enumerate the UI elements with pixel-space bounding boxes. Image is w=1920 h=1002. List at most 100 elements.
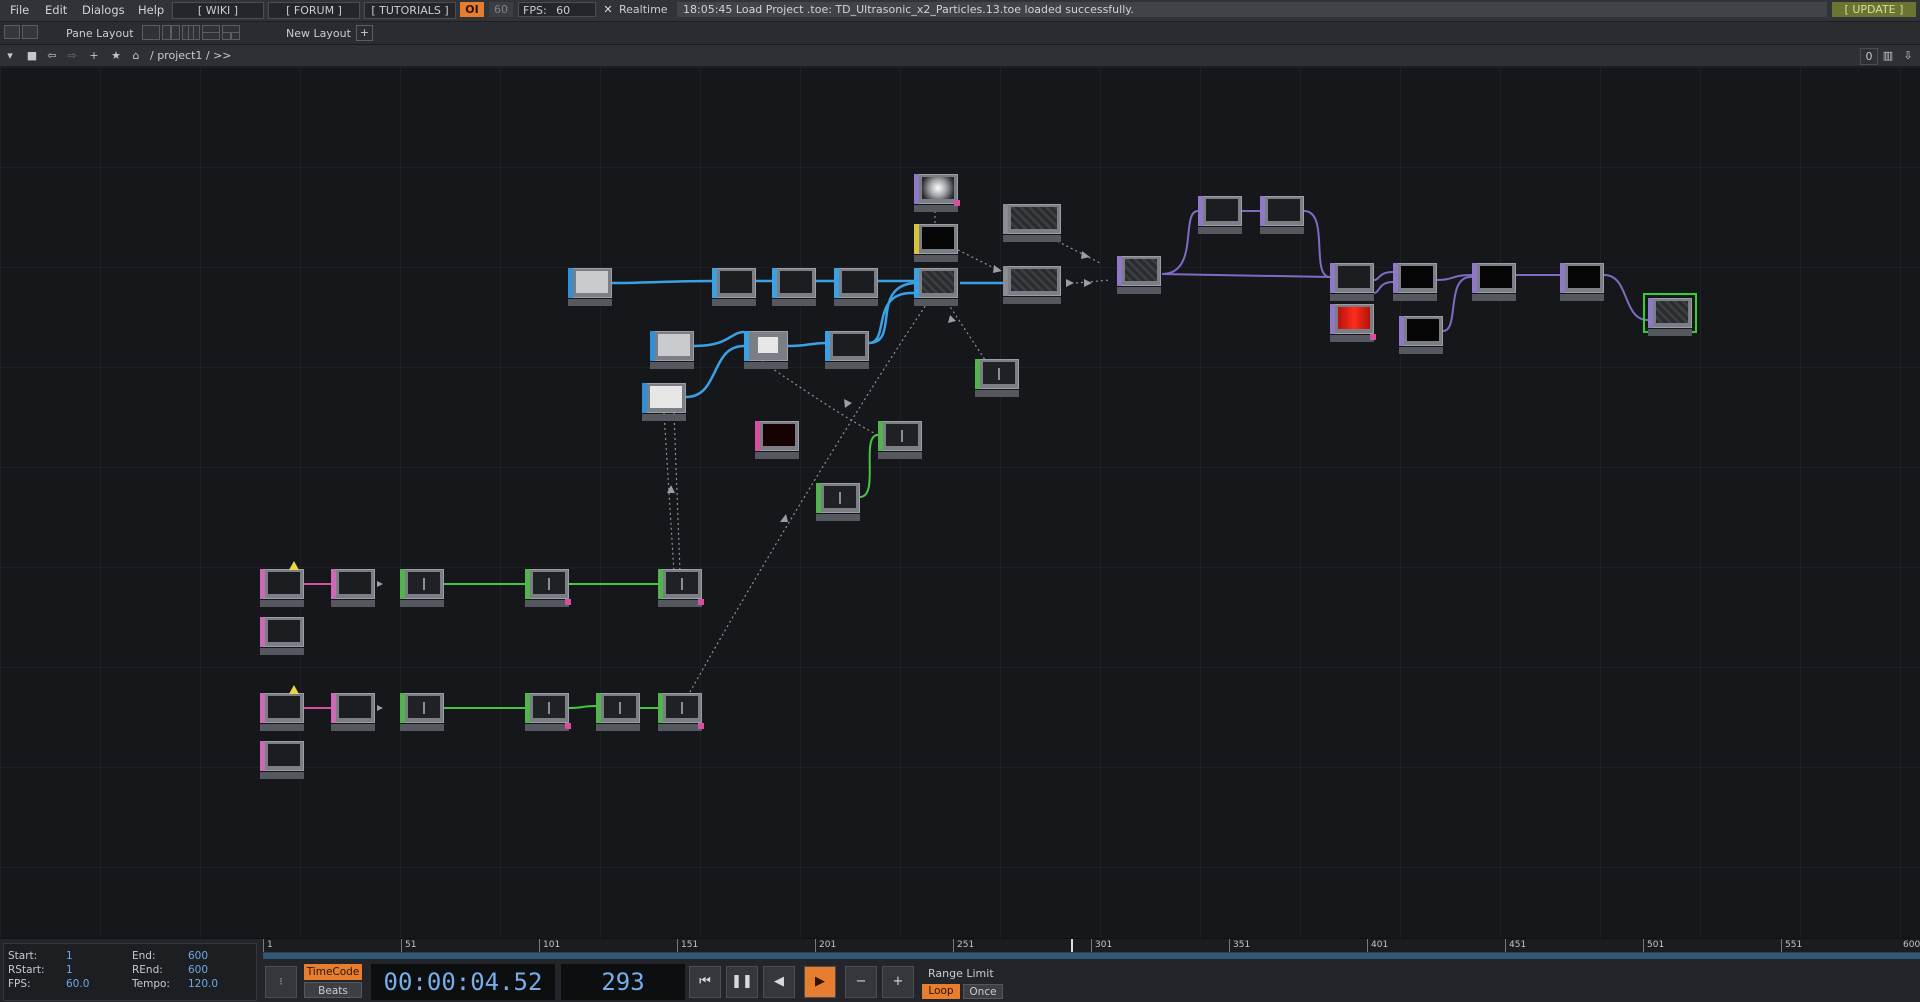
pane-split-icon[interactable] [22, 25, 38, 39]
rstart-value[interactable]: 1 [66, 964, 73, 976]
start-label: Start: [8, 950, 38, 962]
dat-node-performance[interactable] [755, 421, 799, 459]
node-family-stripe [1472, 263, 1477, 293]
top-node-transform[interactable] [825, 331, 869, 369]
comp-node-b[interactable] [1260, 196, 1304, 234]
network-path[interactable]: / project1 / >> [150, 49, 232, 62]
comp-node-ramp[interactable] [1330, 304, 1376, 342]
pane-menu-icon[interactable]: ▾ [2, 48, 18, 63]
add-layout-button[interactable]: + [356, 25, 373, 41]
layout-split-vertical[interactable] [162, 25, 180, 40]
top-node-particles[interactable] [914, 268, 958, 306]
layout-grid[interactable] [222, 25, 240, 40]
node-family-stripe [331, 693, 336, 723]
menu-dialogs[interactable]: Dialogs [82, 3, 125, 17]
chop-node-audio-analysis[interactable] [816, 483, 860, 521]
playhead[interactable] [1071, 939, 1073, 952]
pause-button[interactable]: ❚❚ [726, 966, 758, 998]
tutorials-link[interactable]: [ TUTORIALS ] [364, 2, 456, 19]
wire-comp [1161, 210, 1199, 275]
pane-image-icon[interactable] [4, 25, 20, 39]
update-button[interactable]: [ UPDATE ] [1832, 2, 1916, 17]
step-forward-button[interactable]: + [882, 966, 914, 998]
rewind-to-start-button[interactable]: ⏮ [689, 966, 721, 998]
tempo-value[interactable]: 120.0 [188, 978, 218, 990]
layout-single[interactable] [142, 25, 160, 40]
forum-link[interactable]: [ FORUM ] [268, 2, 360, 19]
wire-comp [1373, 281, 1394, 294]
rend-value[interactable]: 600 [188, 964, 208, 976]
menu-file[interactable]: File [10, 3, 29, 17]
loop-toggle[interactable]: Loop [922, 984, 960, 999]
back-icon[interactable]: ⇦ [44, 48, 60, 63]
top-node-blur[interactable] [834, 268, 878, 306]
pane-type-icon[interactable]: ■ [24, 48, 40, 63]
once-toggle[interactable]: Once [963, 984, 1003, 999]
start-value[interactable]: 1 [66, 950, 73, 962]
dat-node-select-1[interactable] [331, 569, 375, 607]
top-node-level[interactable] [772, 268, 816, 306]
geo-node-cam[interactable] [1003, 204, 1061, 242]
sop-node-box[interactable] [642, 383, 686, 421]
forward-icon[interactable]: ⇨ [64, 48, 80, 63]
chop-node-math-2[interactable] [525, 693, 571, 731]
comp-node-a[interactable] [1198, 196, 1242, 234]
chop-node-null-1[interactable] [658, 569, 704, 607]
bookmark-star-icon[interactable]: ★ [108, 48, 124, 63]
timeline-range-bar[interactable] [263, 953, 1920, 959]
dat-node-serial-1[interactable] [260, 561, 304, 607]
comp-node-over[interactable] [1472, 263, 1516, 301]
step-back-button[interactable]: − [845, 966, 877, 998]
beats-toggle[interactable]: Beats [304, 982, 362, 998]
chop-node-filter-2[interactable] [596, 693, 640, 731]
dat-node-serial-2[interactable] [260, 685, 304, 731]
menu-help[interactable]: Help [138, 3, 164, 17]
top-node-render-main[interactable] [1117, 256, 1161, 294]
sop-node-sphere[interactable] [650, 331, 694, 369]
top-node-noise[interactable] [568, 268, 612, 306]
comp-node-composite[interactable] [1330, 263, 1374, 301]
chop-node-datto-1[interactable] [400, 569, 444, 607]
node-viewer [408, 572, 440, 594]
realtime-checkbox[interactable]: ✕ [602, 2, 614, 17]
dat-node-select-2[interactable] [331, 693, 375, 731]
ref-arrow [1084, 279, 1092, 287]
layout-split-horizontal[interactable] [202, 25, 220, 40]
network-zoom-button[interactable]: 0 [1860, 48, 1878, 65]
play-reverse-button[interactable]: ◀ [763, 966, 795, 998]
comp-node-constant[interactable] [1399, 316, 1443, 354]
play-forward-button[interactable]: ▶ [804, 966, 836, 998]
dat-node-callbacks-2[interactable] [260, 741, 304, 779]
chop-node-null-2[interactable] [658, 693, 704, 731]
menu-edit[interactable]: Edit [45, 3, 67, 17]
timeline-bar: 1 51 101 151 201 251 301 351 401 451 501… [0, 938, 1920, 1002]
layout-split-three[interactable] [182, 25, 200, 40]
comp-node-level[interactable] [1560, 263, 1604, 301]
frame-display[interactable]: 293 [561, 964, 685, 1000]
network-editor[interactable] [0, 67, 1920, 938]
timecode-display[interactable]: 00:00:04.52 [371, 964, 555, 1000]
comp-node-lookup[interactable] [1393, 263, 1437, 301]
dat-node-callbacks-1[interactable] [260, 617, 304, 655]
timeline-options-icon[interactable]: ⁝ [265, 966, 297, 998]
network-down-icon[interactable]: ⇩ [1900, 48, 1916, 63]
chop-node-math-1[interactable] [525, 569, 571, 607]
chop-node-lag[interactable] [878, 421, 922, 459]
wiki-link[interactable]: [ WIKI ] [172, 2, 264, 19]
timeline-ruler[interactable]: 1 51 101 151 201 251 301 351 401 451 501… [263, 939, 1920, 953]
home-icon[interactable]: ⌂ [128, 48, 144, 63]
geo-node-geometry[interactable] [1003, 266, 1061, 304]
chop-node-datto-2[interactable] [400, 693, 444, 731]
oi-button[interactable]: OI [460, 2, 484, 17]
chop-node-audio-spectrum[interactable] [975, 359, 1019, 397]
top-node-sprite[interactable] [914, 174, 960, 212]
add-icon[interactable]: + [86, 48, 102, 63]
top-node-sort[interactable] [744, 331, 788, 369]
timecode-toggle[interactable]: TimeCode [304, 964, 362, 980]
comp-node-output-selected[interactable] [1643, 293, 1697, 336]
network-view-icon[interactable]: ▥ [1880, 48, 1896, 63]
fps-value[interactable]: 60.0 [66, 978, 89, 990]
top-node-render[interactable] [712, 268, 756, 306]
mat-node-point-sprite[interactable] [914, 224, 958, 262]
end-value[interactable]: 600 [188, 950, 208, 962]
